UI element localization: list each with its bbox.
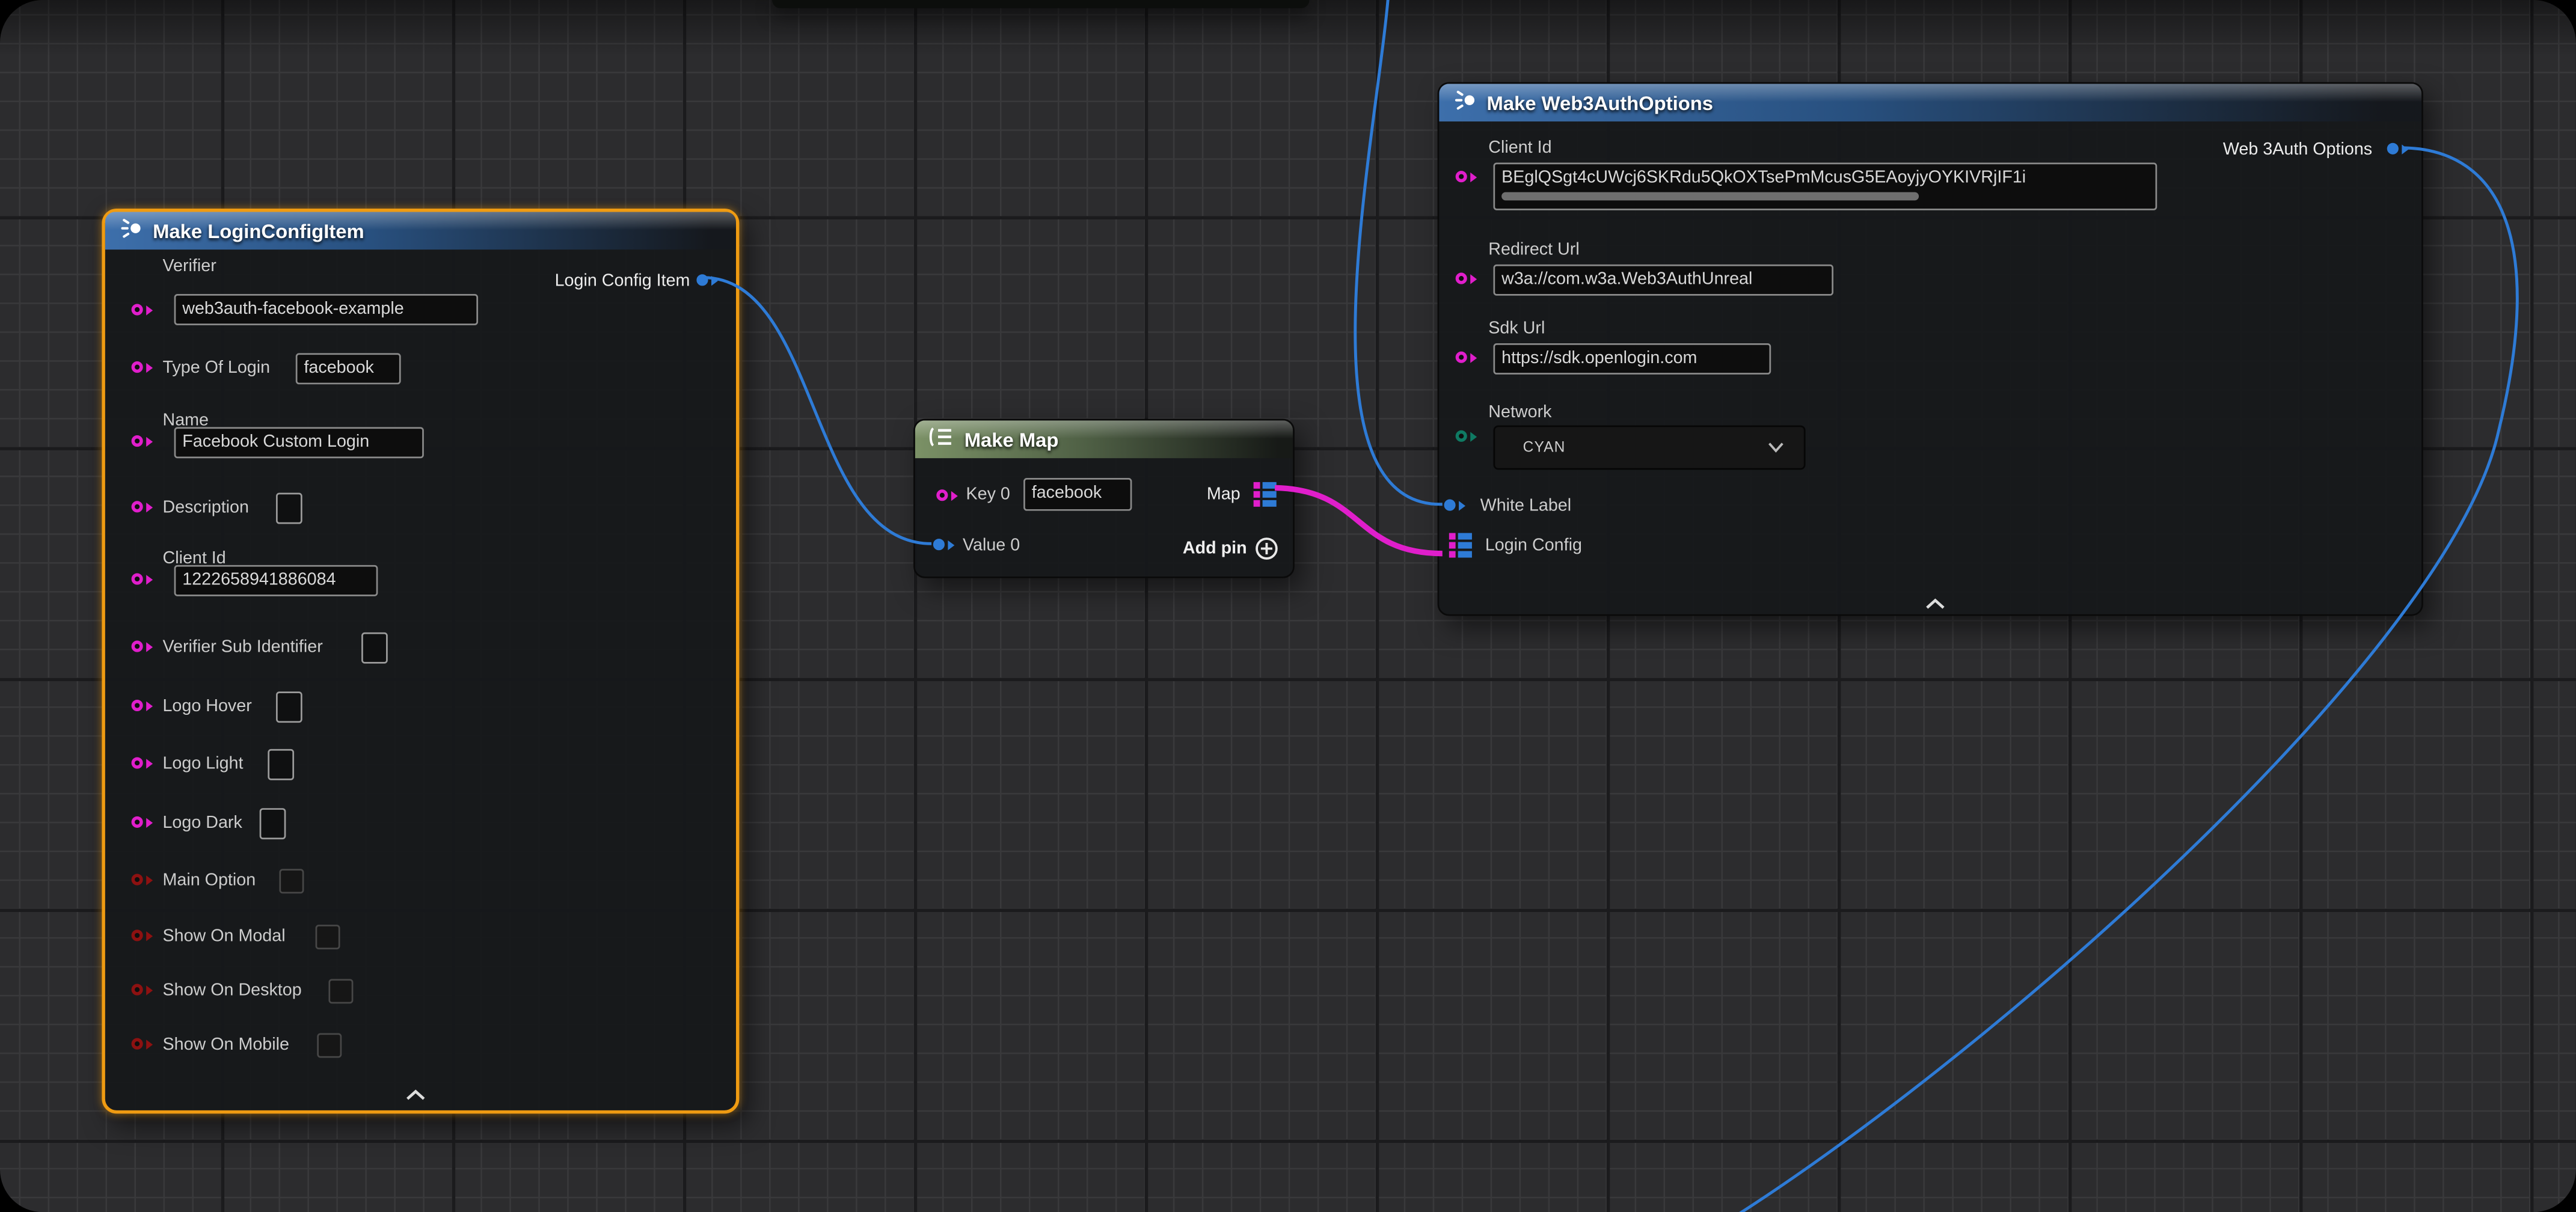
- network-label: Network: [1488, 402, 1551, 424]
- client-id-input[interactable]: 1222658941886084: [174, 565, 378, 596]
- verifier-input[interactable]: web3auth-facebook-example: [174, 294, 478, 325]
- logo-light-label: Logo Light: [162, 754, 243, 776]
- sdk-url-input[interactable]: https://sdk.openlogin.com: [1493, 343, 1771, 375]
- wire-top-to-whitelabel[interactable]: [1355, 0, 1443, 504]
- show-on-mobile-checkbox[interactable]: [317, 1033, 342, 1057]
- node-make-loginconfigitem[interactable]: Make LoginConfigItem Verifier web3auth-f…: [102, 209, 739, 1113]
- name-input[interactable]: Facebook Custom Login: [174, 427, 424, 458]
- node-title: Make LoginConfigItem: [153, 219, 364, 242]
- redirect-url-pin[interactable]: [1456, 269, 1476, 287]
- node-header-make-loginconfigitem[interactable]: Make LoginConfigItem: [105, 212, 736, 249]
- add-pin-icon[interactable]: [1255, 537, 1278, 568]
- type-of-login-pin[interactable]: [132, 358, 152, 376]
- node-title: Make Map: [964, 428, 1059, 451]
- main-option-checkbox[interactable]: [279, 869, 304, 893]
- node-make-web3authoptions[interactable]: Make Web3AuthOptions Client Id BEglQSgt4…: [1438, 82, 2423, 616]
- sdk-url-pin[interactable]: [1456, 348, 1476, 366]
- show-on-modal-pin[interactable]: [132, 926, 152, 944]
- client-id-scrollbar[interactable]: [1501, 192, 1919, 201]
- network-dropdown[interactable]: CYAN: [1493, 426, 1805, 470]
- verifier-sub-identifier-input[interactable]: [361, 632, 388, 664]
- make-struct-icon: [1452, 90, 1477, 115]
- web3auth-options-output-label: Web 3Auth Options: [2223, 139, 2372, 161]
- show-on-mobile-label: Show On Mobile: [162, 1035, 289, 1056]
- node-make-map[interactable]: Make Map Key 0 facebook Map Value 0 Add …: [913, 419, 1295, 578]
- make-map-icon: [928, 427, 955, 451]
- map-output-label: Map: [1207, 485, 1240, 506]
- logo-dark-pin[interactable]: [132, 813, 152, 831]
- collapse-node-button[interactable]: [404, 1081, 427, 1094]
- logo-light-pin[interactable]: [132, 754, 152, 772]
- white-label-pin[interactable]: [1444, 496, 1465, 514]
- blueprint-editor: Make LoginConfigItem Verifier web3auth-f…: [0, 0, 2576, 1212]
- description-input[interactable]: [276, 493, 302, 524]
- logo-hover-pin[interactable]: [132, 696, 152, 714]
- white-label-label: White Label: [1480, 496, 1572, 518]
- w3a-client-id-pin[interactable]: [1456, 168, 1476, 186]
- key0-input[interactable]: facebook: [1023, 478, 1132, 511]
- node-title: Make Web3AuthOptions: [1487, 91, 1713, 114]
- key0-pin[interactable]: [936, 486, 957, 504]
- show-on-desktop-pin[interactable]: [132, 981, 152, 999]
- name-pin[interactable]: [132, 432, 152, 450]
- login-config-item-output-label: Login Config Item: [555, 271, 690, 293]
- verifier-pin[interactable]: [132, 301, 152, 319]
- redirect-url-label: Redirect Url: [1488, 240, 1579, 262]
- login-config-pin[interactable]: [1449, 532, 1472, 559]
- add-pin-button[interactable]: Add pin: [1183, 537, 1247, 560]
- description-pin[interactable]: [132, 498, 152, 516]
- login-config-label: Login Config: [1485, 536, 1582, 557]
- value0-pin[interactable]: [933, 536, 954, 554]
- sdk-url-label: Sdk Url: [1488, 319, 1545, 340]
- logo-light-input[interactable]: [268, 749, 294, 780]
- main-option-pin[interactable]: [132, 871, 152, 889]
- show-on-desktop-label: Show On Desktop: [162, 981, 301, 1002]
- map-output-pin[interactable]: [1254, 482, 1277, 508]
- type-of-login-input[interactable]: facebook: [296, 353, 401, 384]
- show-on-modal-checkbox[interactable]: [316, 925, 340, 949]
- w3a-client-id-text: BEglQSgt4cUWcj6SKRdu5QkOXTsePmMcusG5EAoy…: [1501, 168, 2026, 188]
- main-option-label: Main Option: [162, 871, 256, 892]
- network-pin[interactable]: [1456, 427, 1476, 445]
- key0-label: Key 0: [966, 485, 1010, 506]
- w3a-client-id-label: Client Id: [1488, 138, 1551, 159]
- make-struct-icon: [118, 218, 143, 243]
- graph-canvas[interactable]: Make LoginConfigItem Verifier web3auth-f…: [0, 0, 2576, 1212]
- logo-dark-label: Logo Dark: [162, 813, 242, 834]
- wire-map-to-loginconfig[interactable]: [1275, 488, 1443, 553]
- w3a-client-id-input[interactable]: BEglQSgt4cUWcj6SKRdu5QkOXTsePmMcusG5EAoy…: [1493, 162, 2157, 210]
- show-on-mobile-pin[interactable]: [132, 1035, 152, 1053]
- collapse-node-button[interactable]: [1924, 590, 1946, 603]
- node-header-make-map[interactable]: Make Map: [915, 420, 1293, 458]
- description-label: Description: [162, 498, 249, 519]
- value0-label: Value 0: [963, 536, 1020, 557]
- show-on-desktop-checkbox[interactable]: [328, 979, 353, 1003]
- show-on-modal-label: Show On Modal: [162, 926, 285, 948]
- redirect-url-input[interactable]: w3a://com.w3a.Web3AuthUnreal: [1493, 265, 1833, 296]
- verifier-sub-identifier-label: Verifier Sub Identifier: [162, 637, 322, 659]
- type-of-login-label: Type Of Login: [162, 358, 270, 380]
- verifier-label: Verifier: [162, 256, 216, 278]
- logo-dark-input[interactable]: [260, 808, 286, 839]
- node-header-make-web3authoptions[interactable]: Make Web3AuthOptions: [1439, 84, 2421, 121]
- verifier-sub-identifier-pin[interactable]: [132, 637, 152, 655]
- chevron-down-icon: [1768, 442, 1784, 453]
- network-selected-value: CYAN: [1523, 438, 1566, 454]
- logo-hover-input[interactable]: [276, 691, 302, 723]
- logo-hover-label: Logo Hover: [162, 696, 251, 718]
- login-config-item-output-pin[interactable]: [696, 271, 717, 289]
- offscreen-node-above[interactable]: [772, 0, 1309, 8]
- client-id-pin[interactable]: [132, 570, 152, 588]
